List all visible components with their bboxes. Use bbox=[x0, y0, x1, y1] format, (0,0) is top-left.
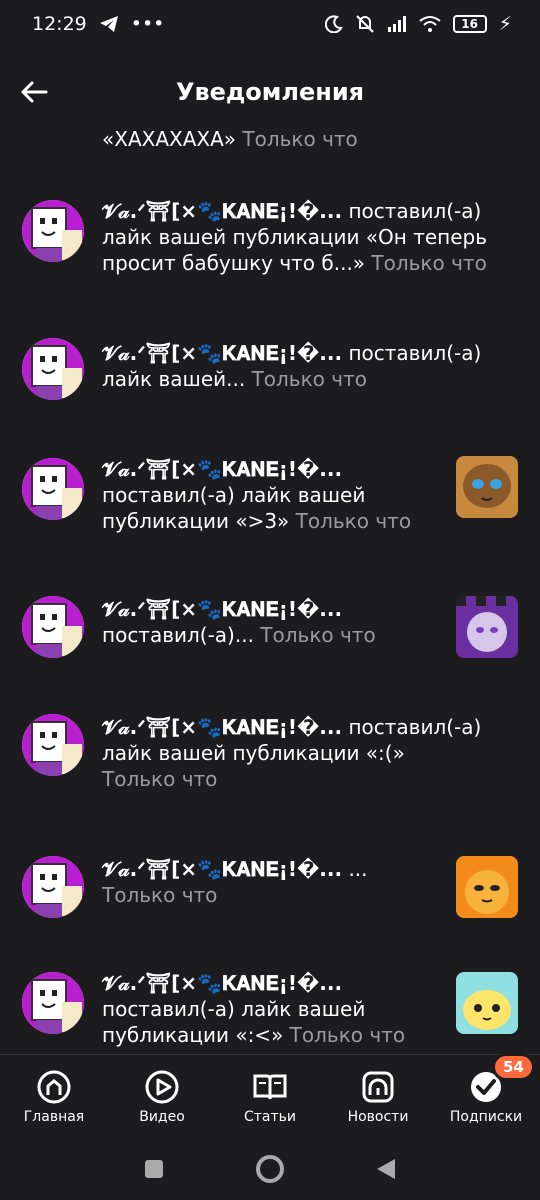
signal-icon bbox=[387, 16, 406, 32]
nav-articles-label: Статьи bbox=[243, 1108, 296, 1125]
page-title: Уведомления bbox=[175, 78, 365, 106]
recents-icon[interactable] bbox=[143, 1158, 165, 1180]
nav-video[interactable]: Видео bbox=[108, 1069, 216, 1125]
timestamp: Только что bbox=[295, 509, 412, 533]
avatar[interactable] bbox=[22, 856, 84, 918]
nav-video-label: Видео bbox=[139, 1108, 185, 1125]
news-icon bbox=[362, 1071, 394, 1102]
nav-subscriptions[interactable]: 54 Подписки bbox=[432, 1052, 540, 1125]
home-circle-icon[interactable] bbox=[255, 1154, 285, 1184]
notification-item[interactable]: 𝓥𝒶.ᐟ⛩[×🐾𝐊𝐀𝐍𝐄¡!�... ... Только что bbox=[0, 856, 540, 926]
charging-icon: ⚡ bbox=[498, 13, 512, 35]
notification-item[interactable]: 𝓥𝒶.ᐟ⛩[×🐾𝐊𝐀𝐍𝐄¡!�... поставил(-а) лайк ваш… bbox=[0, 714, 540, 804]
battery-indicator: 16 bbox=[452, 15, 487, 33]
notification-item[interactable]: 𝓥𝒶.ᐟ⛩[×🐾𝐊𝐀𝐍𝐄¡!�... поставил(-а) лайк ваш… bbox=[0, 198, 540, 298]
wifi-icon bbox=[419, 16, 441, 32]
status-time: 12:29 bbox=[32, 13, 87, 35]
publication-thumbnail[interactable] bbox=[456, 456, 518, 518]
more-icon: ••• bbox=[130, 13, 165, 35]
timestamp: Только что bbox=[251, 367, 367, 391]
avatar[interactable] bbox=[22, 338, 84, 400]
nav-home[interactable]: Главная bbox=[0, 1069, 108, 1125]
video-play-icon bbox=[145, 1070, 179, 1103]
notification-item[interactable]: 𝓥𝒶.ᐟ⛩[×🐾𝐊𝐀𝐍𝐄¡!�... поставил(-а) лайк ваш… bbox=[0, 338, 540, 410]
publication-thumbnail[interactable] bbox=[456, 596, 518, 658]
publication-thumbnail[interactable] bbox=[456, 856, 518, 918]
nav-news[interactable]: Новости bbox=[324, 1069, 432, 1125]
avatar[interactable] bbox=[22, 596, 84, 658]
partial-notification[interactable]: «ХАХАХАХА» Только что bbox=[102, 126, 512, 152]
telegram-icon bbox=[99, 16, 118, 32]
moon-icon bbox=[324, 15, 343, 33]
avatar[interactable] bbox=[22, 714, 84, 776]
notification-text: 𝓥𝒶.ᐟ⛩[×🐾𝐊𝐀𝐍𝐄¡!�... поставил(-а) лайк ваш… bbox=[102, 199, 488, 275]
back-triangle-icon[interactable] bbox=[375, 1157, 397, 1181]
book-icon bbox=[253, 1074, 287, 1099]
notification-item[interactable]: 𝓥𝒶.ᐟ⛩[×🐾𝐊𝐀𝐍𝐄¡!�... поставил(-а)... Тольк… bbox=[0, 596, 540, 666]
avatar[interactable] bbox=[22, 200, 84, 262]
notification-text: 𝓥𝒶.ᐟ⛩[×🐾𝐊𝐀𝐍𝐄¡!�... поставил(-а)... Тольк… bbox=[102, 597, 376, 647]
notification-text: 𝓥𝒶.ᐟ⛩[×🐾𝐊𝐀𝐍𝐄¡!�... поставил(-а) лайк ваш… bbox=[102, 457, 412, 533]
nav-home-label: Главная bbox=[23, 1108, 85, 1125]
avatar[interactable] bbox=[22, 972, 84, 1034]
nav-articles[interactable]: Статьи bbox=[216, 1069, 324, 1125]
mute-icon bbox=[355, 15, 374, 33]
nav-news-label: Новости bbox=[347, 1108, 409, 1125]
system-navigation bbox=[0, 1138, 540, 1200]
notification-item[interactable]: 𝓥𝒶.ᐟ⛩[×🐾𝐊𝐀𝐍𝐄¡!�... поставил(-а) лайк ваш… bbox=[0, 970, 540, 1054]
timestamp: Только что bbox=[289, 1023, 406, 1047]
back-arrow-icon[interactable] bbox=[16, 74, 52, 110]
avatar[interactable] bbox=[22, 458, 84, 520]
nav-subscriptions-label: Подписки bbox=[449, 1108, 523, 1125]
notification-text: 𝓥𝒶.ᐟ⛩[×🐾𝐊𝐀𝐍𝐄¡!�... ... Только что bbox=[102, 857, 368, 907]
header: Уведомления bbox=[0, 62, 540, 122]
notification-text: 𝓥𝒶.ᐟ⛩[×🐾𝐊𝐀𝐍𝐄¡!�... поставил(-а) лайк ваш… bbox=[102, 971, 406, 1047]
bottom-navigation: Главная Видео Статьи Новости 54 Подписки bbox=[0, 1052, 540, 1138]
timestamp: Только что bbox=[102, 767, 218, 791]
notifications-feed[interactable]: «ХАХАХАХА» Только что 𝓥𝒶.ᐟ⛩[×🐾𝐊𝐀𝐍𝐄¡!�...… bbox=[0, 118, 540, 1054]
status-bar: 12:29 ••• 16 ⚡ bbox=[0, 0, 540, 48]
notification-text: 𝓥𝒶.ᐟ⛩[×🐾𝐊𝐀𝐍𝐄¡!�... поставил(-а) лайк ваш… bbox=[102, 715, 482, 791]
timestamp: Только что bbox=[260, 623, 376, 647]
notification-text: 𝓥𝒶.ᐟ⛩[×🐾𝐊𝐀𝐍𝐄¡!�... поставил(-а) лайк ваш… bbox=[102, 341, 482, 391]
notification-item[interactable]: 𝓥𝒶.ᐟ⛩[×🐾𝐊𝐀𝐍𝐄¡!�... поставил(-а) лайк ваш… bbox=[0, 456, 540, 546]
timestamp: Только что bbox=[102, 883, 218, 907]
publication-thumbnail[interactable] bbox=[456, 972, 518, 1034]
timestamp: Только что bbox=[371, 251, 487, 275]
home-icon bbox=[37, 1070, 71, 1103]
notification-badge: 54 bbox=[492, 1052, 535, 1081]
